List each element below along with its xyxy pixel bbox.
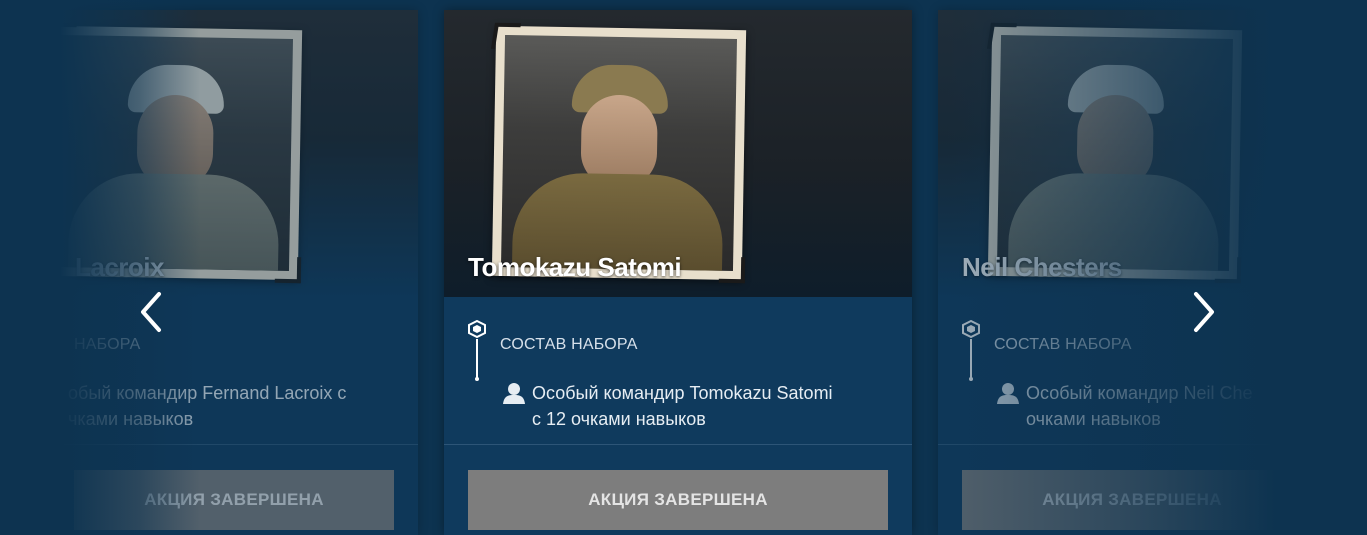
carousel-next-button[interactable] xyxy=(1184,290,1224,334)
commander-card-satomi: Tomokazu Satomi СОСТАВ НАБОРА Особый ком… xyxy=(444,10,912,535)
commander-portrait xyxy=(986,22,1243,284)
bundle-item: Особый командир Tomokazu Satomi с 12 очк… xyxy=(502,380,882,432)
portrait-area: Tomokazu Satomi xyxy=(444,10,912,297)
promo-ended-button[interactable]: АКЦИЯ ЗАВЕРШЕНА xyxy=(468,470,888,530)
divider xyxy=(444,444,912,445)
commander-portrait xyxy=(50,22,303,284)
item-line-2: очками навыков xyxy=(1026,409,1161,429)
person-icon xyxy=(997,383,1019,404)
bundle-contents: СОСТАВ НАБОРА Особый командир Tomokazu S… xyxy=(468,320,888,440)
portrait-area: Neil Chesters xyxy=(938,10,1318,297)
person-icon xyxy=(503,383,525,404)
bundle-icon xyxy=(468,320,486,381)
section-title: СОСТАВ НАБОРА xyxy=(500,336,638,353)
commander-name: Lacroix xyxy=(75,252,165,282)
bundle-icon xyxy=(962,320,980,381)
item-line-2: чками навыков xyxy=(68,409,194,429)
bundle-contents: СОСТАВ НАБОРА Особый командир Neil Che о… xyxy=(962,320,1318,440)
chevron-right-icon xyxy=(1194,292,1214,332)
bundle-item: обый командир Fernand Lacroix с чками на… xyxy=(68,380,418,432)
commander-name: Neil Chesters xyxy=(962,252,1122,282)
bundle-contents: НАБОРА обый командир Fernand Lacroix с ч… xyxy=(68,320,418,440)
commander-portrait xyxy=(490,22,747,284)
item-line-1: Особый командир Neil Che xyxy=(1026,383,1253,403)
item-line-2: с 12 очками навыков xyxy=(532,409,706,429)
commander-carousel: Lacroix НАБОРА обый командир Fernand Lac… xyxy=(0,0,1367,535)
promo-ended-button[interactable]: АКЦИЯ ЗАВЕРШЕНА xyxy=(962,470,1302,530)
item-line-1: Особый командир Tomokazu Satomi xyxy=(532,383,833,403)
item-line-1: обый командир Fernand Lacroix с xyxy=(68,383,347,403)
section-title: СОСТАВ НАБОРА xyxy=(994,336,1132,353)
commander-name: Tomokazu Satomi xyxy=(468,252,682,282)
chevron-left-icon xyxy=(141,292,161,332)
section-title: НАБОРА xyxy=(74,336,141,353)
divider xyxy=(938,444,1318,445)
commander-card-lacroix: Lacroix НАБОРА обый командир Fernand Lac… xyxy=(50,10,418,535)
commander-card-chesters: Neil Chesters СОСТАВ НАБОРА Особый коман… xyxy=(938,10,1318,535)
divider xyxy=(50,444,418,445)
promo-ended-button[interactable]: АКЦИЯ ЗАВЕРШЕНА xyxy=(74,470,394,530)
bundle-item: Особый командир Neil Che очками навыков xyxy=(996,380,1318,432)
carousel-prev-button[interactable] xyxy=(131,290,171,334)
portrait-area: Lacroix xyxy=(50,10,418,297)
